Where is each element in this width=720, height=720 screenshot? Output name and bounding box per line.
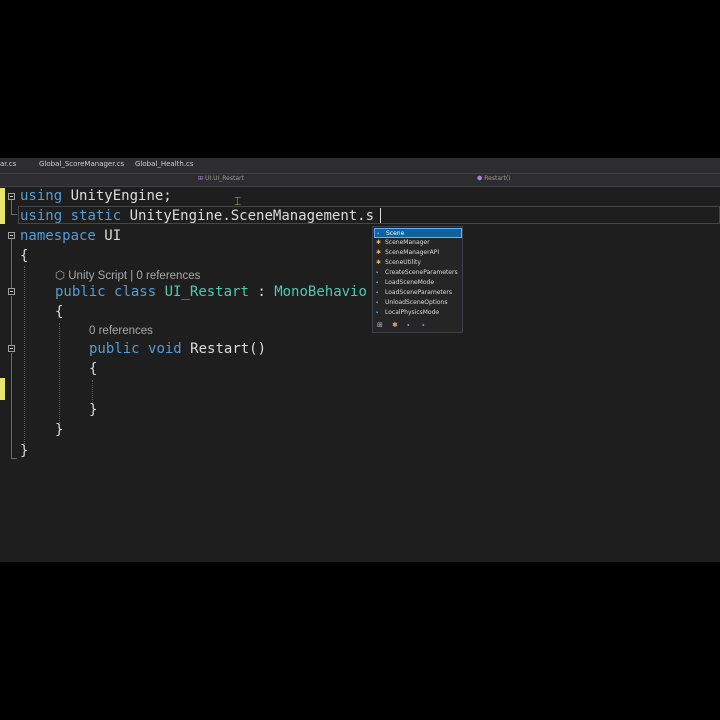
completion-item-sceneutility[interactable]: ✱ SceneUtility bbox=[374, 258, 462, 268]
outline-line bbox=[11, 458, 17, 459]
unity-script-icon: ⬡ bbox=[55, 270, 66, 282]
completion-item-scenemanagerapi[interactable]: ✱ SceneManagerAPI bbox=[374, 248, 462, 258]
base-class-name: MonoBehavio bbox=[274, 284, 367, 300]
filter-class-icon[interactable]: ✱ bbox=[392, 321, 398, 329]
completion-item-loadsceneparameters[interactable]: ⬩ LoadSceneParameters bbox=[374, 288, 462, 298]
completion-item-label: LoadSceneMode bbox=[385, 279, 435, 286]
extension-icon: ⬩ bbox=[377, 230, 380, 237]
code-line-7[interactable]: public void Restart() bbox=[89, 340, 266, 358]
codelens-class[interactable]: ⬡ Unity Script | 0 references bbox=[55, 268, 200, 282]
class-icon: ✱ bbox=[376, 239, 382, 246]
code-line-4[interactable]: { bbox=[20, 247, 28, 265]
extension-icon: ⬩ bbox=[376, 309, 379, 316]
indent-guide bbox=[59, 323, 60, 423]
type-scope-label: UI.UI_Restart bbox=[205, 175, 244, 182]
outline-line bbox=[11, 296, 12, 345]
completion-filter-bar: ⊞ ✱ ⬩ ⬩ bbox=[375, 321, 461, 331]
type-scope-dropdown[interactable]: ⊞ UI.UI_Restart bbox=[198, 175, 244, 182]
ibeam-cursor-icon: ⌶ bbox=[234, 194, 242, 208]
completion-item-label: SceneManager bbox=[385, 239, 430, 246]
code-text: : bbox=[248, 284, 275, 300]
code-line-5[interactable]: public class UI_Restart : MonoBehavio bbox=[55, 283, 367, 301]
completion-item-unloadsceneoptions[interactable]: ⬩ UnloadSceneOptions bbox=[374, 298, 462, 308]
code-line-11[interactable]: } bbox=[20, 442, 28, 460]
fold-toggle-class[interactable] bbox=[8, 288, 15, 295]
code-text: UI bbox=[95, 228, 122, 244]
completion-item-label: CreateSceneParameters bbox=[385, 269, 458, 276]
method-icon: ⬢ bbox=[477, 175, 483, 182]
tab-global-scoremanager[interactable]: Global_ScoreManager.cs bbox=[39, 160, 124, 168]
extension-icon: ⬩ bbox=[376, 289, 379, 296]
brace: { bbox=[20, 248, 29, 264]
filter-namespace-icon[interactable]: ⊞ bbox=[377, 321, 383, 329]
code-editor[interactable]: ar.cs Global_ScoreManager.cs Global_Heal… bbox=[0, 158, 720, 562]
intellisense-completion-list[interactable]: ⬩ Scene ✱ SceneManager ✱ SceneManagerAPI ✱ S… bbox=[372, 226, 463, 333]
keyword: using bbox=[20, 208, 63, 224]
member-dropdown[interactable]: ⬢ Restart() bbox=[477, 175, 511, 182]
completion-item-label: LoadSceneParameters bbox=[385, 289, 453, 296]
completion-item-label: UnloadSceneOptions bbox=[385, 299, 448, 306]
keyword: static bbox=[70, 208, 122, 224]
extension-icon: ⬩ bbox=[376, 279, 379, 286]
filter-struct-icon[interactable]: ⬩ bbox=[407, 321, 410, 330]
completion-item-loadscenemode[interactable]: ⬩ LoadSceneMode bbox=[374, 278, 462, 288]
completion-item-scene[interactable]: ⬩ Scene bbox=[374, 228, 462, 238]
keyword: class bbox=[114, 284, 157, 300]
document-tab-bar: ar.cs Global_ScoreManager.cs Global_Heal… bbox=[0, 158, 720, 173]
outline-line bbox=[11, 239, 12, 288]
class-icon: ✱ bbox=[376, 259, 382, 266]
text-cursor bbox=[380, 208, 381, 223]
codelens-text: 0 references bbox=[89, 325, 153, 337]
change-marker bbox=[0, 378, 5, 400]
extension-icon: ⬩ bbox=[376, 299, 379, 306]
outline-line bbox=[11, 200, 12, 214]
class-name: UI_Restart bbox=[164, 284, 249, 300]
extension-icon: ⬩ bbox=[376, 269, 379, 276]
change-marker bbox=[0, 206, 5, 224]
code-text: UnityEngine; bbox=[62, 188, 172, 204]
brace: { bbox=[55, 304, 64, 320]
filter-enum-icon[interactable]: ⬩ bbox=[422, 321, 425, 330]
tab-global-health[interactable]: Global_Health.cs bbox=[135, 160, 194, 168]
class-icon: ⊞ bbox=[198, 175, 204, 182]
keyword: public bbox=[89, 341, 140, 357]
code-line-3[interactable]: namespace UI bbox=[20, 227, 121, 245]
code-line-9[interactable]: } bbox=[89, 401, 97, 419]
code-line-1[interactable]: using UnityEngine; bbox=[20, 187, 172, 205]
fold-toggle-namespace[interactable] bbox=[8, 232, 15, 239]
brace: } bbox=[20, 443, 29, 459]
keyword: using bbox=[20, 188, 63, 204]
class-icon: ✱ bbox=[376, 249, 382, 256]
fold-toggle-method[interactable] bbox=[8, 345, 15, 352]
navigation-bar: ⊞ UI.UI_Restart ⬢ Restart() bbox=[0, 173, 720, 187]
keyword: void bbox=[148, 341, 182, 357]
code-text: UnityEngine.SceneManagement.s bbox=[129, 208, 375, 224]
code-line-2[interactable]: using static UnityEngine.SceneManagement… bbox=[20, 207, 374, 225]
completion-item-createsceneparameters[interactable]: ⬩ CreateSceneParameters bbox=[374, 268, 462, 278]
change-marker bbox=[0, 188, 5, 206]
completion-item-label: SceneUtility bbox=[385, 259, 421, 266]
code-text: Restart() bbox=[190, 341, 267, 357]
member-label: Restart() bbox=[484, 175, 511, 182]
keyword: namespace bbox=[20, 228, 96, 244]
completion-item-scenemanager[interactable]: ✱ SceneManager bbox=[374, 238, 462, 248]
code-line-8[interactable]: { bbox=[89, 360, 97, 378]
tab-ar[interactable]: ar.cs bbox=[0, 160, 16, 168]
outline-line bbox=[11, 214, 17, 215]
indent-guide bbox=[92, 380, 93, 402]
outline-line bbox=[11, 353, 12, 458]
indent-guide bbox=[24, 266, 25, 444]
brace: { bbox=[89, 361, 98, 377]
code-line-10[interactable]: } bbox=[55, 421, 63, 439]
keyword: public bbox=[55, 284, 106, 300]
codelens-method[interactable]: 0 references bbox=[89, 325, 153, 337]
completion-item-localphysicsmode[interactable]: ⬩ LocalPhysicsMode bbox=[374, 308, 462, 318]
brace: } bbox=[89, 402, 98, 418]
completion-item-label: SceneManagerAPI bbox=[385, 249, 440, 256]
brace: } bbox=[55, 422, 64, 438]
completion-item-label: LocalPhysicsMode bbox=[385, 309, 440, 316]
code-line-6[interactable]: { bbox=[55, 303, 63, 321]
fold-toggle-using[interactable] bbox=[8, 193, 15, 200]
codelens-text: Unity Script | 0 references bbox=[68, 270, 201, 282]
